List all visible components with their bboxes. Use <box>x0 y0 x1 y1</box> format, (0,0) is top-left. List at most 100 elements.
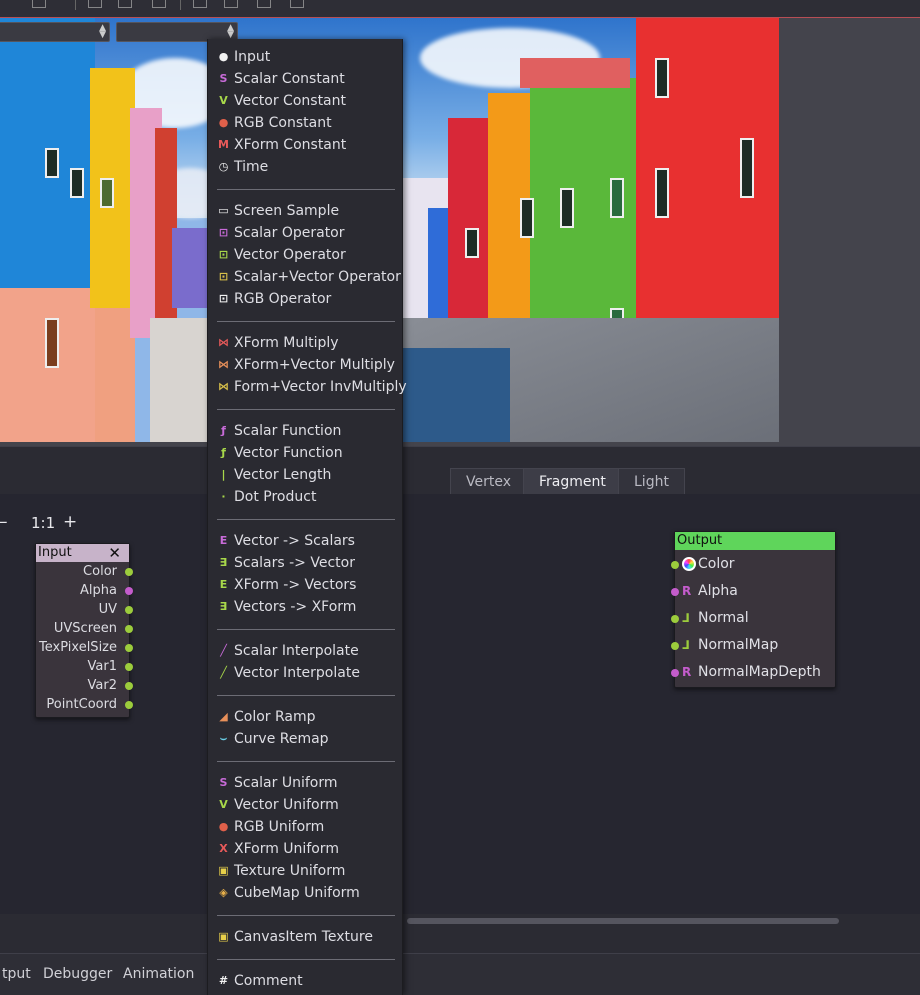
output-slot-alpha[interactable] <box>125 587 133 595</box>
vector-interpolate-icon: ╱ <box>220 666 227 679</box>
menu-item-label: Vector Interpolate <box>234 665 360 681</box>
menu-item-dot-product[interactable]: · Dot Product <box>208 486 404 508</box>
menu-item-scalar-vector-operator[interactable]: ⊡ Scalar+Vector Operator <box>208 266 404 288</box>
input-slot-normal[interactable] <box>671 615 679 623</box>
menu-item-comment[interactable]: # Comment <box>208 970 404 992</box>
menu-item-texture-uniform[interactable]: ▣ Texture Uniform <box>208 860 404 882</box>
menu-item-screen-sample[interactable]: ▭ Screen Sample <box>208 200 404 222</box>
menu-separator <box>217 409 395 410</box>
input-slot-alpha[interactable] <box>671 588 679 596</box>
menu-separator <box>217 959 395 960</box>
output-slot-color[interactable] <box>125 568 133 576</box>
menu-item-xform-vector-multiply[interactable]: ⋈ XForm+Vector Multiply <box>208 354 404 376</box>
menu-item-scalar-function[interactable]: ƒ Scalar Function <box>208 420 404 442</box>
scalars-to-vector-icon: ∃ <box>219 556 228 569</box>
menu-item-vector-length[interactable]: | Vector Length <box>208 464 404 486</box>
input-port-var1: Var1 <box>36 657 133 676</box>
menu-item-vector-operator[interactable]: ⊡ Vector Operator <box>208 244 404 266</box>
input-slot-normalmap[interactable] <box>671 642 679 650</box>
menu-item-scalar-uniform[interactable]: S Scalar Uniform <box>208 772 404 794</box>
toolbar-button-icon[interactable] <box>32 0 46 8</box>
menu-item-canvasitem-texture[interactable]: ▣ CanvasItem Texture <box>208 926 404 948</box>
zoom-in-button[interactable]: + <box>63 512 77 532</box>
toolbar-button-icon[interactable] <box>88 0 102 8</box>
preview-mode-select[interactable]: ▲ ▼ <box>0 22 110 42</box>
toolbar-button-icon[interactable] <box>118 0 132 8</box>
output-slot-var2[interactable] <box>125 682 133 690</box>
menu-item-xform-uniform[interactable]: X XForm Uniform <box>208 838 404 860</box>
toolbar-button-icon[interactable] <box>152 0 166 8</box>
menu-item-vector-constant[interactable]: V Vector Constant <box>208 90 404 112</box>
xform-vector-multiply-icon: ⋈ <box>218 358 229 371</box>
input-slot-color[interactable] <box>671 561 679 569</box>
menu-item-scalar-constant[interactable]: S Scalar Constant <box>208 68 404 90</box>
menu-item-curve-remap[interactable]: ⌣ Curve Remap <box>208 728 404 750</box>
menu-item-xform-vectors[interactable]: E XForm -> Vectors <box>208 574 404 596</box>
tab-light[interactable]: Light <box>618 468 685 495</box>
output-node[interactable]: Output Color R Alpha ⅃ Normal ⅃ NormalMap R Norm… <box>671 531 836 688</box>
output-port-color: Color <box>671 551 835 578</box>
menu-item-label: Color Ramp <box>234 709 316 725</box>
menu-item-input[interactable]: ● Input <box>208 46 404 68</box>
scrollbar-thumb[interactable] <box>407 918 839 924</box>
menu-item-scalar-operator[interactable]: ⊡ Scalar Operator <box>208 222 404 244</box>
output-slot-var1[interactable] <box>125 663 133 671</box>
menu-item-color-ramp[interactable]: ◢ Color Ramp <box>208 706 404 728</box>
toolbar-button-icon[interactable] <box>290 0 304 8</box>
input-node[interactable]: Input ✕ Color Alpha UV UVScreen TexPixelSize… <box>35 543 133 718</box>
port-label: Var2 <box>87 678 117 693</box>
close-icon[interactable]: ✕ <box>108 544 121 562</box>
output-slot-uv[interactable] <box>125 606 133 614</box>
zoom-out-button[interactable]: – <box>0 512 8 532</box>
zoom-reset-button[interactable]: 1:1 <box>31 514 55 532</box>
menu-item-label: Time <box>234 159 269 175</box>
toolbar-button-icon[interactable] <box>193 0 207 8</box>
input-slot-normalmapdepth[interactable] <box>671 669 679 677</box>
port-label: Color <box>698 556 735 572</box>
menu-item-cubemap-uniform[interactable]: ◈ CubeMap Uniform <box>208 882 404 904</box>
bottom-tab-debugger[interactable]: Debugger <box>43 966 112 982</box>
menu-separator <box>217 189 395 190</box>
menu-item-xform-multiply[interactable]: ⋈ XForm Multiply <box>208 332 404 354</box>
menu-item-rgb-uniform[interactable]: ● RGB Uniform <box>208 816 404 838</box>
bottom-tab-output[interactable]: tput <box>2 966 31 982</box>
menu-item-vector-scalars[interactable]: E Vector -> Scalars <box>208 530 404 552</box>
preview-viewport[interactable]: ▲ ▼ ▲ ▼ <box>0 18 920 446</box>
menu-item-time[interactable]: ◷ Time <box>208 156 404 178</box>
menu-item-vector-interpolate[interactable]: ╱ Vector Interpolate <box>208 662 404 684</box>
scalar-interpolate-icon: ╱ <box>220 644 227 657</box>
vector-normal-icon: ⅃ <box>682 611 690 625</box>
shader-graph-canvas[interactable]: – 1:1 + Input ✕ ColorAlphaUVUVScreenTexP… <box>0 494 920 914</box>
menu-item-scalars-vector[interactable]: ∃ Scalars -> Vector <box>208 552 404 574</box>
menu-item-vector-uniform[interactable]: V Vector Uniform <box>208 794 404 816</box>
scalar-op-icon: ⊡ <box>218 226 229 239</box>
rgb-icon: ● <box>218 116 229 129</box>
output-slot-texpixelsize[interactable] <box>125 644 133 652</box>
scalar-r-icon: R <box>682 665 692 679</box>
bottom-tab-animation[interactable]: Animation <box>123 966 194 982</box>
toolbar-button-icon[interactable] <box>224 0 238 8</box>
vectors-to-xform-icon: ∃ <box>219 600 228 613</box>
menu-item-form-vector-invmultiply[interactable]: ⋈ Form+Vector InvMultiply <box>208 376 407 398</box>
tab-vertex[interactable]: Vertex <box>450 468 528 495</box>
graph-horizontal-scrollbar[interactable] <box>0 916 920 926</box>
menu-item-rgb-operator[interactable]: ⊡ RGB Operator <box>208 288 404 310</box>
toolbar-button-icon[interactable] <box>257 0 271 8</box>
output-slot-pointcoord[interactable] <box>125 701 133 709</box>
input-port-uv: UV <box>36 600 133 619</box>
menu-item-vector-function[interactable]: ƒ Vector Function <box>208 442 404 464</box>
scalar-icon: S <box>219 72 228 85</box>
menu-item-vectors-xform[interactable]: ∃ Vectors -> XForm <box>208 596 404 618</box>
port-label: UV <box>98 602 117 617</box>
menu-item-xform-constant[interactable]: M XForm Constant <box>208 134 404 156</box>
menu-item-label: Input <box>234 49 271 65</box>
menu-item-scalar-interpolate[interactable]: ╱ Scalar Interpolate <box>208 640 404 662</box>
output-slot-uvscreen[interactable] <box>125 625 133 633</box>
menu-item-rgb-constant[interactable]: ● RGB Constant <box>208 112 404 134</box>
color-ramp-icon: ◢ <box>219 710 228 723</box>
menu-item-label: XForm Multiply <box>234 335 339 351</box>
dot-product-icon: · <box>221 490 226 503</box>
port-label: Normal <box>698 610 749 626</box>
tab-fragment[interactable]: Fragment <box>523 468 622 495</box>
menu-item-label: Scalar+Vector Operator <box>234 269 401 285</box>
